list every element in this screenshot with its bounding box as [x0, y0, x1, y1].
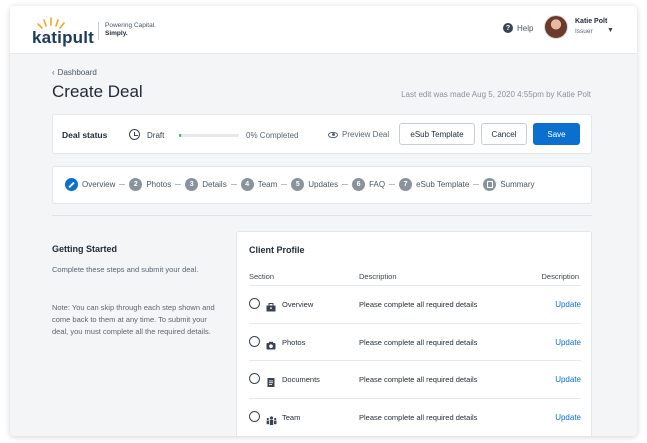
briefcase-icon [266, 299, 276, 312]
step-label: Overview [82, 180, 116, 189]
step-separator [175, 184, 182, 185]
tagline-line-2: Simply. [105, 30, 128, 37]
step-number: 4 [240, 178, 254, 191]
user-role: Issuer [575, 28, 593, 35]
row-radio[interactable] [249, 335, 260, 347]
esub-template-button[interactable]: eSub Template [399, 123, 475, 145]
row-section: Overview [282, 300, 314, 309]
step-navigation: Overview 2 Photos 3 Details 4 Team 5 Updates 6 FAQ… [65, 178, 535, 191]
update-link[interactable]: Update [555, 413, 581, 422]
question-icon: ? [503, 23, 513, 33]
step-details[interactable]: 3 Details [185, 178, 227, 191]
row-section: Photos [282, 337, 306, 347]
table-row: Overview Please complete all required det… [249, 285, 581, 322]
step-esub-template[interactable]: 7 eSub Template [399, 178, 469, 191]
getting-started-note: Note: You can skip through each step sho… [52, 303, 215, 336]
column-header-section: Section [249, 272, 275, 281]
client-profile-card: Client Profile Section Description Descr… [236, 231, 592, 436]
step-separator [119, 184, 126, 185]
row-description: Please complete all required details [359, 337, 478, 347]
table-row: Documents Please complete all required de… [249, 360, 581, 397]
user-name: Katie Polt [575, 18, 608, 25]
step-label: Details [202, 180, 227, 189]
steps-card: Overview 2 Photos 3 Details 4 Team 5 Updates 6 FAQ… [52, 166, 592, 204]
pencil-icon [65, 178, 78, 191]
step-number: 2 [129, 178, 143, 191]
progress-fill [179, 134, 181, 137]
deal-status-card: Deal status Draft 0% Completed Preview D… [52, 114, 592, 154]
step-label: Team [257, 180, 278, 189]
step-separator [389, 184, 396, 185]
step-number: 5 [291, 178, 305, 191]
table-row: Team Please complete all required details… [249, 397, 581, 435]
step-summary[interactable]: Summary [483, 178, 535, 191]
tagline: Powering Capital. Simply. [105, 22, 156, 38]
row-radio[interactable] [249, 373, 260, 384]
step-team[interactable]: 4 Team [240, 178, 278, 191]
row-description: Please complete all required details [359, 375, 478, 384]
column-header-description: Description [359, 272, 397, 281]
camera-icon [266, 337, 276, 349]
step-number: 3 [185, 178, 199, 191]
getting-started-title: Getting Started [52, 244, 118, 254]
table-row: Photos Please complete all required detai… [249, 322, 581, 360]
row-radio[interactable] [249, 410, 260, 422]
last-edit-text: Last edit was made Aug 5, 2020 4:55pm by… [401, 90, 591, 99]
section-divider [52, 215, 592, 216]
cancel-button[interactable]: Cancel [481, 123, 527, 145]
back-label: Dashboard [57, 68, 97, 77]
app-window: katipult Powering Capital. Simply. ? Hel… [10, 6, 637, 436]
deal-status-label: Deal status [62, 130, 108, 140]
clock-icon [129, 129, 140, 140]
step-label: Photos [146, 180, 172, 189]
help-link[interactable]: ? Help [503, 23, 533, 33]
row-description: Please complete all required details [359, 412, 478, 422]
document-icon [266, 374, 276, 387]
step-separator [230, 184, 237, 185]
document-icon [483, 178, 497, 191]
update-link[interactable]: Update [555, 338, 581, 347]
chevron-left-icon: ‹ [52, 68, 55, 77]
row-radio[interactable] [249, 298, 260, 309]
progress-bar [179, 134, 239, 137]
step-overview[interactable]: Overview [65, 178, 115, 191]
step-separator [281, 184, 288, 185]
deal-state: Draft [147, 131, 165, 140]
logo-divider [98, 22, 99, 40]
client-profile-title: Client Profile [249, 245, 305, 255]
step-photos[interactable]: 2 Photos [129, 178, 171, 191]
preview-deal-button[interactable]: Preview Deal [328, 130, 389, 139]
help-label: Help [517, 23, 534, 33]
back-to-dashboard-link[interactable]: ‹ Dashboard [52, 68, 97, 77]
progress-text: 0% Completed [246, 131, 299, 140]
update-link[interactable]: Update [555, 300, 581, 309]
step-updates[interactable]: 5 Updates [291, 178, 338, 191]
getting-started-text: Complete these steps and submit your dea… [52, 265, 199, 274]
step-faq[interactable]: 6 FAQ [352, 178, 385, 191]
step-label: eSub Template [416, 180, 470, 189]
row-section: Documents [282, 375, 320, 384]
katipult-logo[interactable]: katipult [32, 16, 96, 47]
team-icon [266, 412, 277, 425]
eye-icon [328, 131, 338, 138]
preview-label: Preview Deal [342, 130, 390, 139]
page-title: Create Deal [52, 82, 143, 101]
row-section: Team [282, 412, 301, 422]
logo-wordmark: katipult [32, 28, 95, 47]
avatar[interactable] [544, 15, 568, 39]
column-header-action: Description [541, 272, 579, 281]
step-label: Summary [500, 180, 535, 189]
step-separator [342, 184, 349, 185]
step-number: 6 [352, 178, 366, 191]
save-button[interactable]: Save [533, 123, 580, 145]
row-description: Please complete all required details [359, 300, 478, 309]
top-bar: katipult Powering Capital. Simply. ? Hel… [10, 6, 637, 54]
caret-down-icon[interactable]: ▼ [607, 27, 614, 34]
update-link[interactable]: Update [555, 375, 581, 384]
step-number: 7 [399, 178, 413, 191]
step-label: Updates [308, 180, 339, 189]
tagline-line-1: Powering Capital. [105, 22, 156, 29]
step-label: FAQ [369, 180, 386, 189]
step-separator [473, 184, 480, 185]
